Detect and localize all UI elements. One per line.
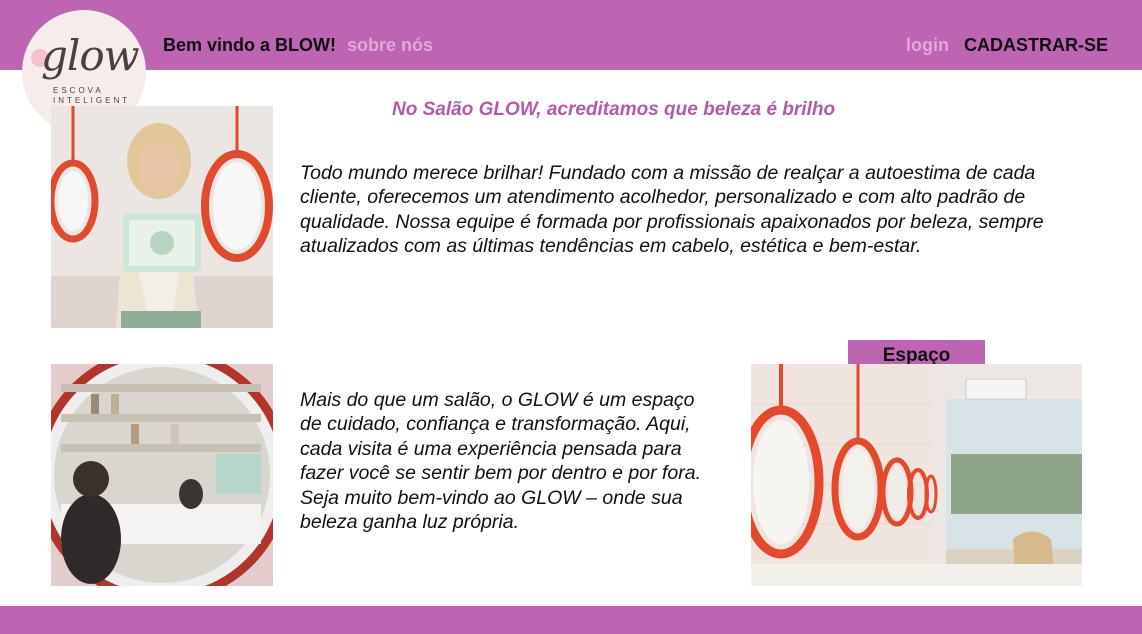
about-paragraph-2: Mais do que um salão, o GLOW é um espaço… [300,389,702,534]
top-nav-bar: Bem vindo a BLOW! sobre nós login CADAST… [0,0,1142,70]
tagline: No Salão GLOW, acreditamos que beleza é … [392,99,836,120]
bottom-bar [0,606,1142,634]
owner-photo [51,106,273,328]
mirror-photo [51,364,273,586]
salon-space-photo [751,364,1082,586]
welcome-text: Bem vindo a BLOW! [163,35,337,55]
nav-left: Bem vindo a BLOW! sobre nós [163,35,433,56]
about-paragraph-1: Todo mundo merece brilhar! Fundado com a… [300,162,1044,258]
logo-word: glow [41,31,140,80]
nav-right: login CADASTRAR-SE [906,35,1108,56]
register-link[interactable]: CADASTRAR-SE [964,35,1108,55]
about-link[interactable]: sobre nós [347,35,433,55]
login-link[interactable]: login [906,35,949,55]
logo-subtitle: ESCOVA INTELIGENT [53,86,131,105]
